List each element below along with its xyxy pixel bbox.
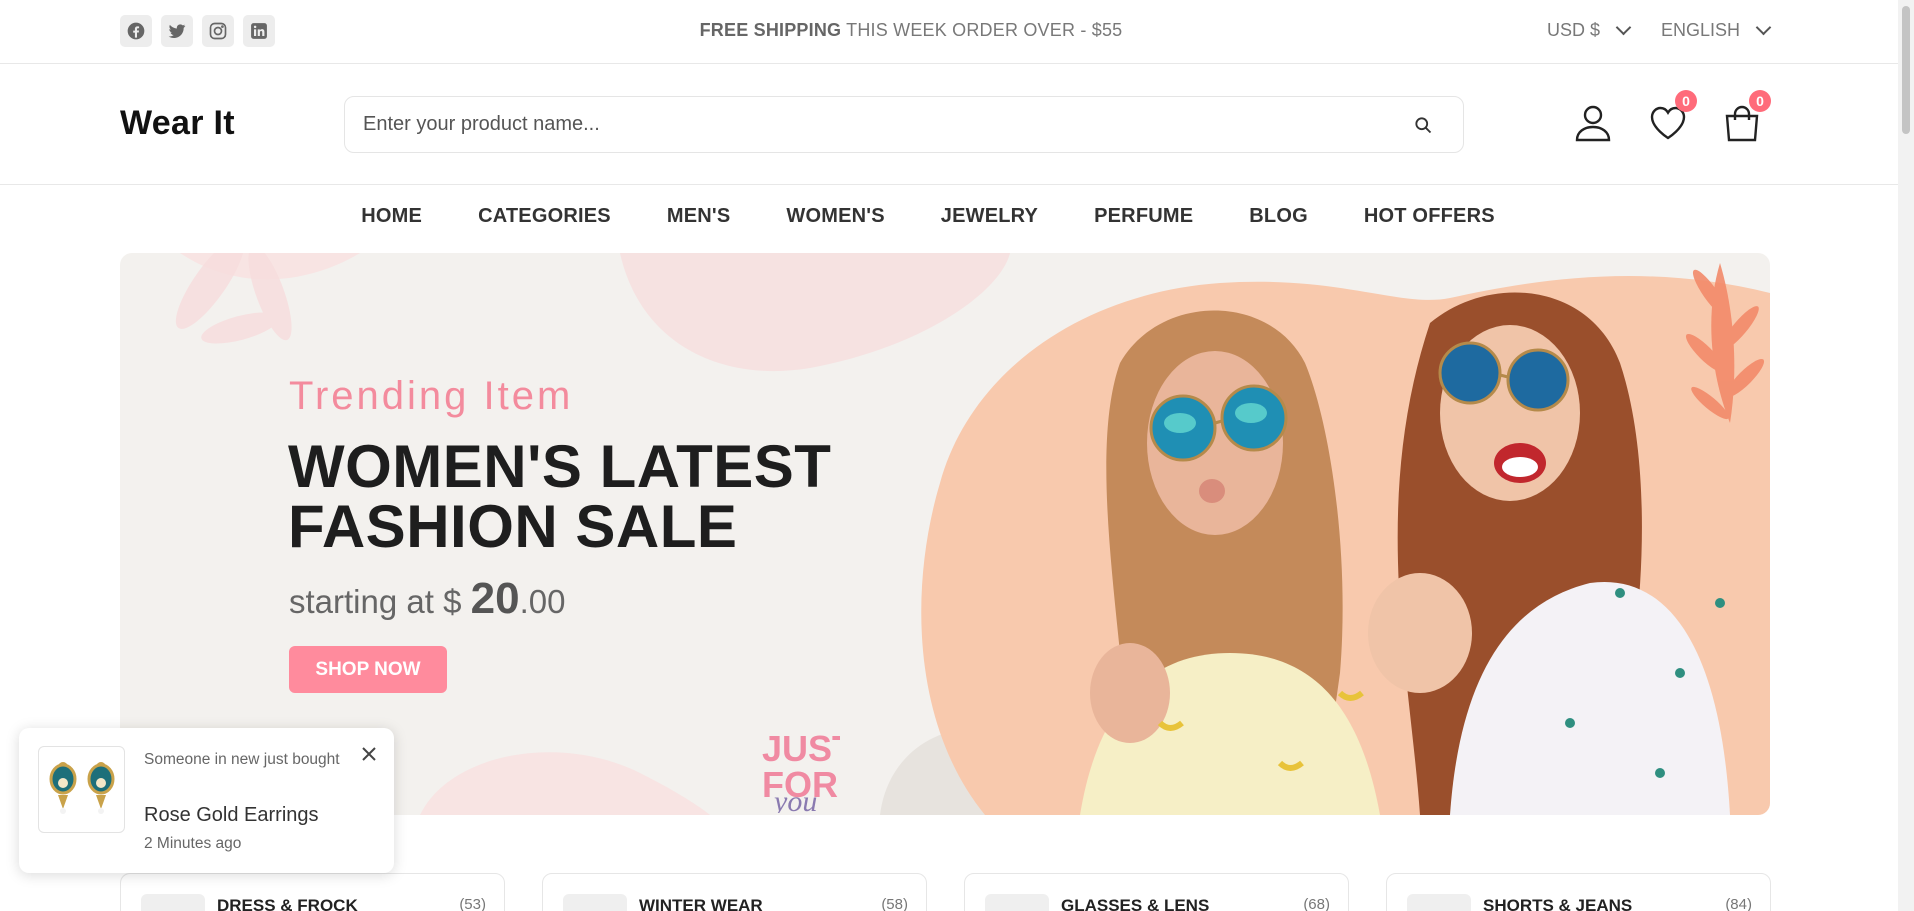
category-thumbnail (1407, 894, 1471, 911)
nav-item-blog[interactable]: BLOG (1249, 205, 1308, 228)
category-thumbnail (141, 894, 205, 911)
banner-title-line-2: FASHION SALE (288, 493, 738, 560)
currency-select[interactable]: USD $ (1547, 19, 1632, 41)
price-prefix: starting at $ (289, 583, 471, 620)
category-thumbnail (985, 894, 1049, 911)
category-count: (68) (1303, 896, 1330, 911)
category-name: DRESS & FROCK (217, 896, 358, 911)
chevron-down-icon (1755, 19, 1772, 36)
scrollbar-thumb[interactable] (1902, 6, 1910, 134)
earrings-image (49, 762, 115, 814)
category-name: SHORTS & JEANS (1483, 896, 1633, 911)
shop-now-button[interactable]: SHOP NOW (289, 646, 447, 693)
account-button[interactable] (1572, 102, 1614, 144)
purchase-notification: Someone in new just bought Rose Gold Ear… (19, 728, 394, 873)
main-header: Wear It 0 0 (0, 64, 1898, 185)
price-whole: 20 (470, 574, 520, 623)
nav-item-mens[interactable]: MEN'S (667, 205, 731, 228)
just-for-you-stamp: JUST FOR you (762, 728, 840, 813)
notification-time: 2 Minutes ago (144, 835, 242, 852)
chevron-down-icon (1615, 19, 1632, 36)
banner-title: WOMEN'S LATEST FASHION SALE (288, 437, 831, 557)
language-value: ENGLISH (1661, 20, 1741, 40)
notification-message: Someone in new just bought (144, 751, 340, 768)
cart-count-badge: 0 (1749, 90, 1771, 112)
product-thumbnail (38, 746, 125, 833)
stamp-line-1: JUST (762, 728, 840, 769)
category-name: GLASSES & LENS (1061, 896, 1210, 911)
category-card[interactable]: GLASSES & LENS (68) (964, 873, 1349, 911)
nav-item-perfume[interactable]: PERFUME (1094, 205, 1193, 228)
banner-price: starting at $ 20.00 (289, 574, 565, 624)
category-count: (84) (1725, 896, 1752, 911)
category-count: (53) (459, 896, 486, 911)
stamp-line-3: you (771, 785, 817, 813)
shipping-text: THIS WEEK ORDER OVER - $55 (841, 20, 1123, 40)
user-icon (1575, 105, 1611, 142)
top-bar: FREE SHIPPING THIS WEEK ORDER OVER - $55… (0, 0, 1898, 64)
price-cents: .00 (519, 583, 566, 620)
language-select[interactable]: ENGLISH (1661, 19, 1772, 41)
category-card[interactable]: WINTER WEAR (58) (542, 873, 927, 911)
nav-item-hot-offers[interactable]: HOT OFFERS (1364, 205, 1495, 228)
currency-value: USD $ (1547, 20, 1601, 40)
notification-product[interactable]: Rose Gold Earrings (144, 804, 319, 827)
category-card[interactable]: SHORTS & JEANS (84) (1386, 873, 1771, 911)
category-name: WINTER WEAR (639, 896, 763, 911)
search-box (344, 96, 1464, 153)
cart-button[interactable]: 0 (1721, 90, 1771, 144)
nav-item-womens[interactable]: WOMEN'S (786, 205, 884, 228)
nav-item-home[interactable]: HOME (361, 205, 422, 228)
main-navigation: HOME CATEGORIES MEN'S WOMEN'S JEWELRY PE… (0, 205, 1898, 228)
close-icon[interactable] (359, 744, 379, 764)
page-scrollbar[interactable] (1898, 0, 1914, 911)
category-count: (58) (881, 896, 908, 911)
search-input[interactable] (363, 97, 1363, 152)
search-icon[interactable] (1413, 115, 1433, 135)
banner-title-line-1: WOMEN'S LATEST (288, 433, 832, 500)
site-logo[interactable]: Wear It (120, 104, 235, 143)
wishlist-button[interactable]: 0 (1647, 90, 1697, 144)
banner-subtitle: Trending Item (289, 374, 574, 418)
category-card[interactable]: DRESS & FROCK (53) (120, 873, 505, 911)
nav-item-jewelry[interactable]: JEWELRY (941, 205, 1038, 228)
wishlist-count-badge: 0 (1675, 90, 1697, 112)
category-thumbnail (563, 894, 627, 911)
nav-item-categories[interactable]: CATEGORIES (478, 205, 611, 228)
shipping-highlight: FREE SHIPPING (699, 20, 842, 40)
